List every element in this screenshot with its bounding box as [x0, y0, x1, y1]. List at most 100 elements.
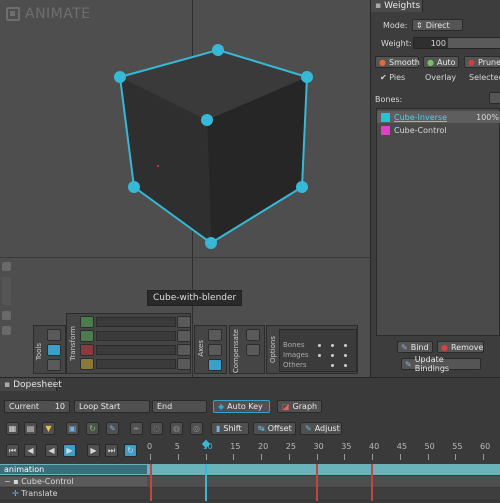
collapse-icon[interactable]: −	[4, 477, 11, 486]
bones-add-icon[interactable]	[489, 92, 500, 104]
weight-slider[interactable]	[448, 38, 500, 48]
translate-slot[interactable]	[96, 317, 176, 327]
tab-dopesheet-label: Dopesheet	[13, 379, 62, 390]
tab-dopesheet[interactable]: ▪ Dopesheet	[0, 378, 62, 391]
filter-icon[interactable]: ▼	[42, 422, 55, 435]
bone-name: Cube-Control	[394, 125, 447, 135]
copy-keys-icon[interactable]: ◌	[150, 422, 163, 435]
keyframe-marker[interactable]	[150, 464, 152, 501]
key-frame-icon[interactable]: ▤	[24, 422, 37, 435]
option-toggle[interactable]	[344, 344, 347, 347]
overlay-toggle[interactable]: Overlay	[425, 73, 456, 82]
cycle-icon[interactable]: ↻	[86, 422, 99, 435]
ruler-tick	[288, 454, 290, 460]
bones-list: Cube-Inverse 100% Cube-Control	[376, 108, 500, 336]
bone-tool-icon[interactable]	[47, 344, 61, 356]
adjust-button[interactable]: ✎ Adjust	[300, 422, 342, 435]
list-item[interactable]: Cube-Inverse 100%	[377, 111, 500, 123]
lock-icon[interactable]: ▣	[66, 422, 79, 435]
zoom-slider[interactable]	[2, 277, 11, 305]
pies-toggle[interactable]: ✔ Pies	[380, 73, 405, 82]
mesh-tool-icon[interactable]	[47, 359, 61, 371]
option-toggle[interactable]	[331, 344, 334, 347]
compensate-bones-icon[interactable]	[246, 329, 260, 341]
scale-slot[interactable]	[96, 345, 176, 355]
smooth-label: Smooth	[388, 57, 420, 67]
prune-icon: ●	[468, 57, 475, 67]
move-keys-icon[interactable]: ↞	[130, 422, 143, 435]
first-frame-icon[interactable]: ⏮	[6, 444, 19, 457]
option-toggle[interactable]	[344, 354, 347, 357]
option-toggle[interactable]	[318, 354, 321, 357]
selected-toggle[interactable]: Selected	[469, 73, 500, 82]
tab-weights-label: Weights	[384, 1, 421, 11]
scale-tool-icon[interactable]	[80, 344, 94, 356]
option-toggle[interactable]	[344, 364, 347, 367]
timeline-ruler[interactable]: 051015202530354045505560	[147, 439, 500, 462]
key-select-icon[interactable]: ▦	[6, 422, 19, 435]
brush-icon[interactable]: ✎	[106, 422, 119, 435]
weight-input[interactable]: 100	[413, 37, 500, 49]
ruler-tick	[205, 454, 207, 460]
compensate-group: Compensate	[229, 325, 265, 374]
end-field[interactable]: End	[152, 400, 207, 413]
update-bindings-button[interactable]: ✎ Update Bindings	[401, 355, 481, 373]
option-toggle[interactable]	[331, 354, 334, 357]
insert-keys-icon[interactable]: ◎	[190, 422, 203, 435]
shift-button[interactable]: ▮ Shift	[211, 422, 249, 435]
scale-lock-icon[interactable]	[177, 344, 191, 356]
mode-select[interactable]: ⇕ Direct	[412, 19, 463, 31]
ruler-tick-label: 55	[452, 442, 463, 451]
track-header: ✛ Translate	[0, 489, 147, 498]
zoom-fit-icon[interactable]	[2, 262, 11, 271]
zoom-icon[interactable]	[2, 311, 11, 320]
pan-icon[interactable]	[2, 326, 11, 335]
adjust-label: Adjust	[314, 424, 340, 433]
ruler-ticks: 051015202530354045505560	[147, 440, 500, 462]
auto-key-button[interactable]: ◆ Auto Key	[213, 400, 270, 413]
play-backward-icon[interactable]: ◀	[45, 444, 58, 457]
axis-y-icon[interactable]	[208, 344, 222, 356]
last-frame-icon[interactable]: ⏭	[105, 444, 118, 457]
prev-frame-icon[interactable]: ◀	[24, 444, 37, 457]
delete-keys-icon[interactable]: ◍	[170, 422, 183, 435]
tab-weights[interactable]: ▪ Weights	[371, 0, 423, 12]
keyframe-marker[interactable]	[316, 464, 318, 501]
loop-icon[interactable]: ↻	[124, 444, 137, 457]
bind-button[interactable]: ✎ Bind	[397, 341, 433, 353]
control-point	[201, 114, 213, 126]
translate-lock-icon[interactable]	[177, 316, 191, 328]
pivot-tool-icon[interactable]	[80, 358, 94, 370]
rotate-lock-icon[interactable]	[177, 330, 191, 342]
axis-x-icon[interactable]	[208, 329, 222, 341]
viewport[interactable]: ANIMATE Cube-with-blender Tools Transfor…	[0, 0, 370, 377]
graph-button[interactable]: ◪ Graph	[277, 400, 322, 413]
list-item[interactable]: Cube-Control	[377, 124, 500, 136]
translate-tool-icon[interactable]	[80, 316, 94, 328]
offset-button[interactable]: ↹ Offset	[253, 422, 296, 435]
ruler-tick	[455, 454, 457, 460]
axis-both-icon[interactable]	[208, 359, 222, 371]
ruler-tick-label: 0	[147, 442, 153, 451]
auto-button[interactable]: ● Auto	[423, 56, 459, 68]
next-frame-icon[interactable]: ▶	[87, 444, 100, 457]
pivot-slot[interactable]	[96, 359, 176, 369]
keyframe-marker[interactable]	[205, 464, 207, 501]
compensate-images-icon[interactable]	[246, 344, 260, 356]
translate-icon: ✛	[12, 489, 19, 498]
select-tool-icon[interactable]	[47, 329, 61, 341]
play-forward-icon[interactable]: ▶	[63, 444, 76, 457]
rotate-tool-icon[interactable]	[80, 330, 94, 342]
smooth-button[interactable]: ● Smooth	[375, 56, 420, 68]
keyframe-marker[interactable]	[371, 464, 373, 501]
rotate-slot[interactable]	[96, 331, 176, 341]
option-toggle[interactable]	[318, 344, 321, 347]
loop-start-field[interactable]: Loop Start	[74, 400, 150, 413]
remove-button[interactable]: ● Remove	[437, 341, 484, 353]
pivot-lock-icon[interactable]	[177, 358, 191, 370]
option-toggle[interactable]	[331, 364, 334, 367]
current-frame-field[interactable]: Current 10	[4, 400, 70, 413]
graph-label: Graph	[292, 402, 318, 411]
prune-button[interactable]: ● Prune	[464, 56, 500, 68]
current-value: 10	[54, 402, 65, 411]
